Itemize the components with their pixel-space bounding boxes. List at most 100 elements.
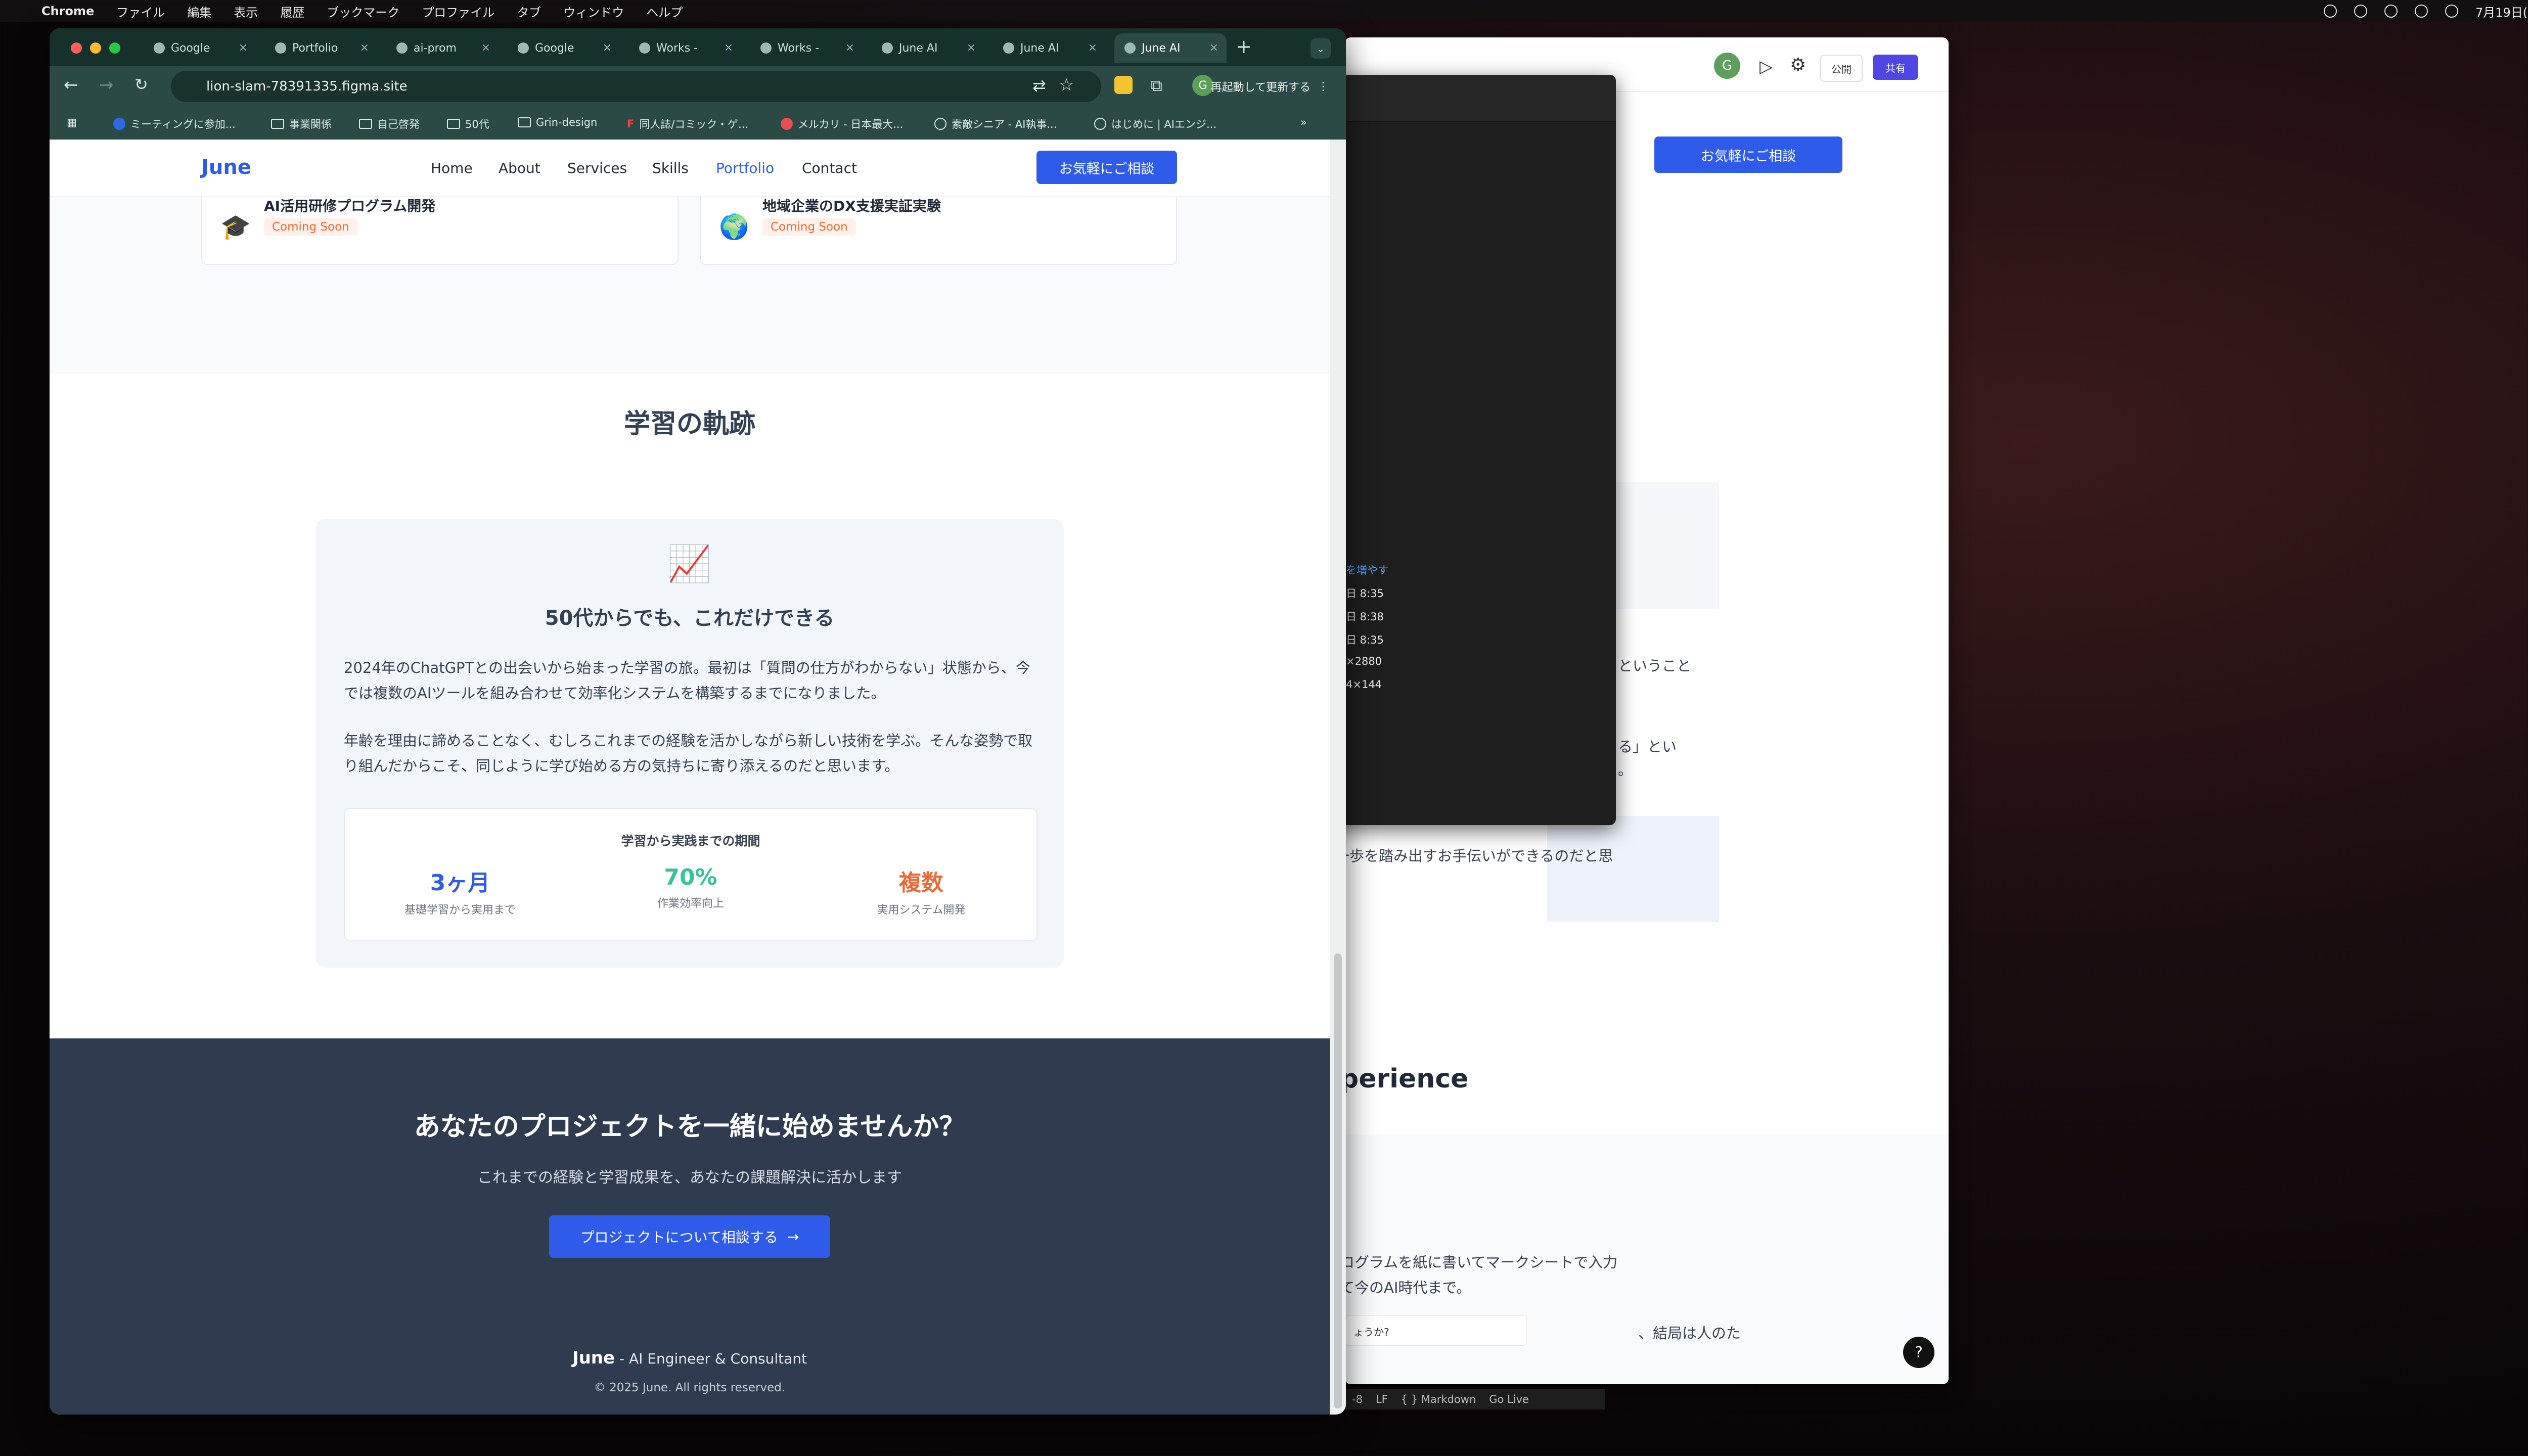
status-encoding[interactable]: -8 — [1352, 1393, 1363, 1405]
menubar-app-name[interactable]: Chrome — [41, 4, 94, 18]
star-icon[interactable]: ☆ — [1059, 75, 1074, 95]
footer-copyright: © 2025 June. All rights reserved. — [594, 1381, 786, 1394]
browser-tab[interactable]: Works - × — [750, 33, 863, 63]
menu-view[interactable]: 表示 — [234, 3, 258, 20]
browser-tab[interactable]: ai-prom × — [386, 33, 499, 63]
menu-bookmarks[interactable]: ブックマーク — [327, 3, 399, 20]
close-icon[interactable]: × — [1088, 41, 1097, 54]
mercari-icon — [781, 118, 793, 130]
mac-menubar: Chrome ファイル 編集 表示 履歴 ブックマーク プロファイル タブ ウィ… — [0, 0, 2528, 22]
stat-value: 3ヶ月 — [430, 870, 490, 896]
extensions-puzzle-icon[interactable]: ⧉ — [1151, 76, 1162, 96]
tab-search-button[interactable]: ⌄ — [1311, 38, 1331, 59]
scrollbar-thumb[interactable] — [1334, 953, 1342, 1408]
status-eol[interactable]: LF — [1376, 1393, 1388, 1405]
nav-contact[interactable]: Contact — [802, 160, 857, 176]
kebab-menu-icon[interactable]: ⋮ — [1318, 80, 1329, 93]
nav-services[interactable]: Services — [567, 160, 627, 176]
stat-value: 複数 — [899, 870, 943, 896]
close-icon[interactable]: × — [967, 41, 976, 54]
translate-icon[interactable]: ⇄ — [1032, 76, 1046, 95]
bookmarks-overflow-icon[interactable]: » — [1300, 116, 1307, 128]
status-icon[interactable] — [2354, 5, 2367, 18]
bookmark-folder[interactable]: 自己啓発 — [359, 116, 420, 131]
close-icon[interactable]: × — [845, 41, 854, 54]
extension-icon[interactable] — [1114, 76, 1133, 94]
gear-icon[interactable]: ⚙ — [1790, 55, 1806, 75]
minimize-window-button[interactable] — [90, 42, 101, 54]
learning-section-title: 学習の軌跡 — [623, 409, 755, 439]
update-button[interactable]: 再起動して更新する ⋮ — [1187, 72, 1339, 101]
bookmark-item[interactable]: メルカリ - 日本最大... — [781, 116, 903, 131]
back-icon[interactable]: ← — [64, 75, 78, 95]
nav-portfolio[interactable]: Portfolio — [716, 160, 774, 176]
browser-tab[interactable]: June AI × — [872, 33, 984, 63]
menu-tab[interactable]: タブ — [517, 3, 541, 20]
wifi-icon[interactable] — [2414, 5, 2428, 18]
browser-tab[interactable]: Google × — [144, 33, 256, 63]
forward-icon[interactable]: → — [99, 75, 114, 95]
share-button[interactable]: 共有 — [1873, 55, 1918, 80]
site-logo[interactable]: June — [201, 156, 251, 179]
menu-file[interactable]: ファイル — [116, 3, 165, 20]
menubar-clock[interactable]: 7月19日(土) 8:38 — [2475, 3, 2528, 20]
nav-skills[interactable]: Skills — [652, 160, 689, 176]
bookmark-item[interactable]: 素敵シニア - AI執事... — [934, 116, 1057, 131]
zoom-icon — [113, 118, 125, 130]
nav-home[interactable]: Home — [431, 160, 473, 176]
bookmark-folder[interactable]: 50代 — [447, 116, 489, 131]
page-scrollbar[interactable] — [1330, 140, 1346, 1415]
help-button[interactable]: ? — [1903, 1337, 1934, 1368]
close-icon[interactable]: × — [1209, 41, 1218, 54]
consult-button[interactable]: お気軽にご相談 — [1036, 151, 1177, 184]
status-icon[interactable] — [2323, 5, 2337, 18]
bookmark-item[interactable]: F 同人誌/コミック・ゲ... — [627, 116, 748, 131]
close-icon[interactable]: × — [724, 41, 733, 54]
coming-soon-badge: Coming Soon — [264, 218, 357, 236]
bookmark-item[interactable]: はじめに | AIエンジ... — [1094, 116, 1216, 131]
play-icon[interactable]: ▷ — [1759, 57, 1773, 77]
coming-soon-badge: Coming Soon — [762, 218, 856, 236]
menu-edit[interactable]: 編集 — [187, 3, 211, 20]
bookmark-folder[interactable]: Grin-design — [518, 116, 597, 128]
apps-grid-icon[interactable]: ▦ — [67, 116, 77, 128]
stats-box: 学習から実践までの期間 3ヶ月 基礎学習から実用まで 70% 作業効率向上 複数… — [344, 808, 1037, 941]
status-golive[interactable]: Go Live — [1489, 1393, 1529, 1405]
bluetooth-icon[interactable] — [2384, 5, 2398, 18]
nav-about[interactable]: About — [499, 160, 540, 176]
menu-help[interactable]: ヘルプ — [646, 3, 683, 20]
site-nav: June Home About Services Skills Portfoli… — [50, 140, 1330, 197]
zoom-window-button[interactable] — [109, 42, 120, 54]
menu-profile[interactable]: プロファイル — [422, 3, 494, 20]
close-window-button[interactable] — [71, 42, 82, 54]
reload-icon[interactable]: ↻ — [134, 75, 148, 94]
browser-tab-active[interactable]: June AI × — [1114, 33, 1227, 63]
stat-item: 複数 実用システム開発 — [806, 864, 1036, 917]
browser-tab[interactable]: Works - × — [629, 33, 741, 63]
publish-button[interactable]: 公開 — [1820, 55, 1863, 82]
project-consult-button[interactable]: プロジェクトについて相談する → — [549, 1215, 830, 1258]
editor-text: 、結局は人のた — [1638, 1325, 1741, 1342]
editor-text: 。 — [1618, 761, 1633, 779]
browser-tab[interactable]: Portfolio × — [265, 33, 377, 63]
new-tab-button[interactable]: + — [1236, 35, 1252, 58]
footer-brand: June - AI Engineer & Consultant — [50, 1348, 1330, 1368]
close-icon[interactable]: × — [239, 41, 248, 54]
address-bar-url[interactable]: lion-slam-78391335.figma.site — [206, 79, 408, 94]
editor-cta-button[interactable]: お気軽にご相談 — [1654, 136, 1842, 173]
browser-tab[interactable]: June AI × — [993, 33, 1105, 63]
menu-window[interactable]: ウィンドウ — [563, 3, 624, 20]
status-language[interactable]: { } Markdown — [1401, 1393, 1476, 1405]
menu-history[interactable]: 履歴 — [280, 3, 304, 20]
avatar[interactable]: G — [1714, 53, 1740, 79]
cta-section: あなたのプロジェクトを一緒に始めませんか？ これまでの経験と学習成果を、あなたの… — [50, 1038, 1330, 1415]
bookmark-item[interactable]: ミーティングに参加... — [113, 116, 236, 131]
close-icon[interactable]: × — [481, 41, 490, 54]
bookmark-folder[interactable]: 事業関係 — [271, 116, 332, 131]
close-icon[interactable]: × — [360, 41, 369, 54]
search-icon[interactable] — [2445, 5, 2458, 18]
close-icon[interactable]: × — [603, 41, 612, 54]
footer-logo: June — [572, 1348, 615, 1368]
address-bar[interactable]: lion-slam-78391335.figma.site — [171, 71, 1101, 102]
browser-tab[interactable]: Google × — [508, 33, 620, 63]
